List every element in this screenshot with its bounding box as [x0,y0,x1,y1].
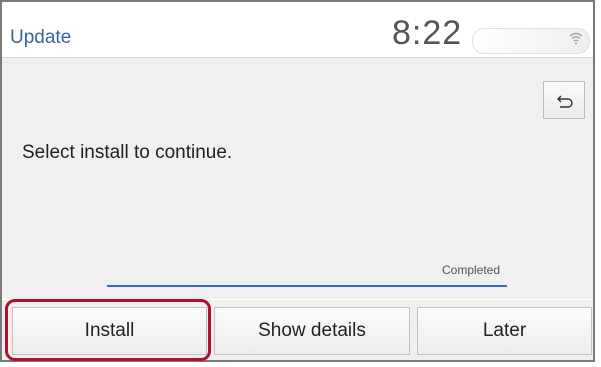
page-title: Update [10,27,72,48]
update-screen: Update 8:22 Select install to continue. … [0,0,595,362]
footer-bar: Install Show details Later [2,300,593,360]
content-area: Select install to continue. Completed [2,58,593,299]
install-button[interactable]: Install [12,307,207,355]
instruction-message: Select install to continue. [22,142,233,163]
clock: 8:22 [392,14,463,52]
wifi-icon [569,31,583,45]
later-button[interactable]: Later [417,307,592,355]
back-button[interactable] [543,81,585,119]
progress-label: Completed [442,263,501,277]
show-details-button[interactable]: Show details [214,307,410,355]
progress-bar [107,285,507,287]
back-arrow-icon [557,95,573,108]
progress-fill [107,285,507,287]
header-bar: Update 8:22 [2,2,593,58]
